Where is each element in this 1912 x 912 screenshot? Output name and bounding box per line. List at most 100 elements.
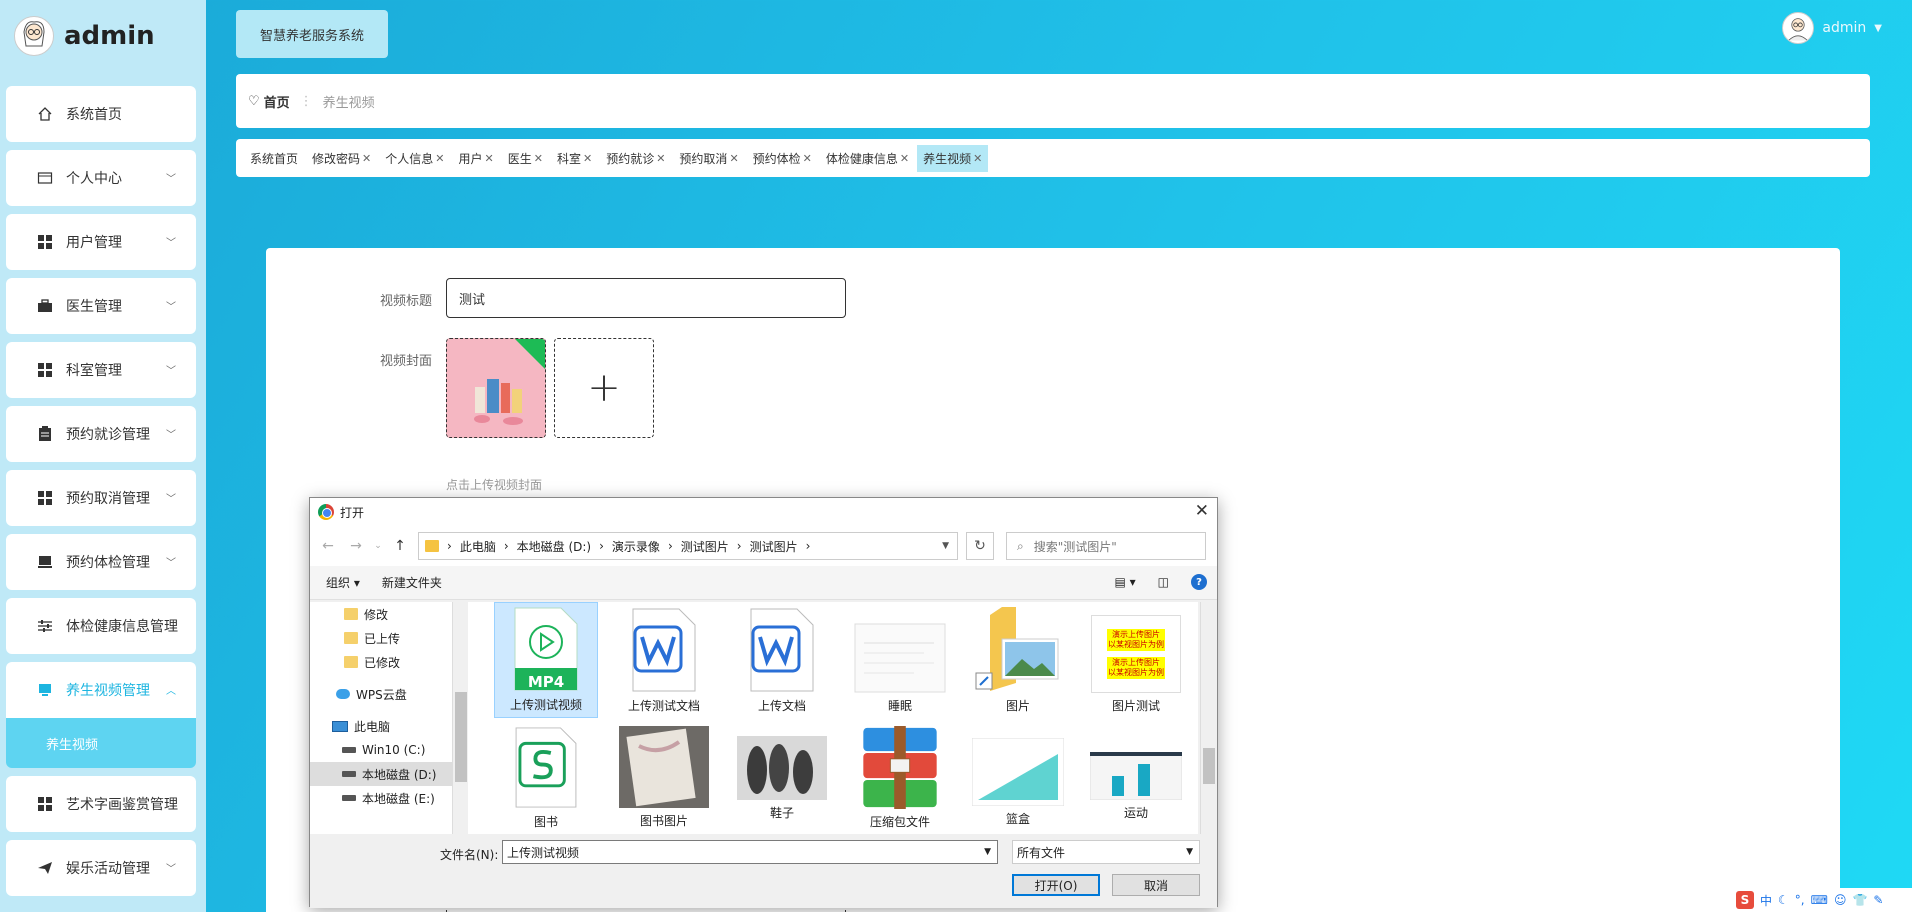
refresh-button[interactable]: ↻	[966, 532, 994, 560]
path-segment[interactable]: 此电脑	[460, 538, 496, 555]
close-icon[interactable]: ✕	[362, 152, 371, 165]
back-arrow-icon[interactable]: ←	[318, 538, 338, 554]
close-icon[interactable]: ✕	[900, 152, 909, 165]
sidebar-subitem-health-video[interactable]: 养生视频	[6, 718, 196, 768]
filetype-select[interactable]: 所有文件 ▼	[1012, 840, 1200, 864]
sidebar-item-cancel-management[interactable]: 预约取消管理 ﹀	[6, 470, 196, 526]
sidebar-item-checkup-management[interactable]: 预约体检管理 ﹀	[6, 534, 196, 590]
avatar[interactable]	[14, 16, 54, 56]
file-item[interactable]: 图书	[494, 722, 598, 834]
file-item[interactable]: 篮盒	[966, 722, 1070, 834]
sidebar-item-user-management[interactable]: 用户管理 ﹀	[6, 214, 196, 270]
close-icon[interactable]: ✕	[583, 152, 592, 165]
moon-icon[interactable]: ☾	[1778, 893, 1789, 907]
organize-button[interactable]: 组织 ▾	[326, 574, 360, 591]
cover-thumbnail[interactable]	[446, 338, 546, 438]
tag-doctor[interactable]: 医生 ✕	[502, 145, 549, 172]
chevron-down-icon[interactable]: ▼	[984, 847, 991, 857]
recent-dropdown-icon[interactable]: ⌄	[374, 541, 382, 551]
system-title-button[interactable]: 智慧养老服务系统	[236, 10, 388, 58]
tree-item[interactable]: 此电脑	[310, 714, 452, 738]
close-icon[interactable]: ✕	[1195, 501, 1209, 521]
file-item[interactable]: 图片	[966, 602, 1070, 718]
ime-toolbar[interactable]: S 中 ☾ °, ⌨ ☺ 👕 ✎	[1730, 888, 1912, 912]
tree-item[interactable]: 已修改	[310, 650, 452, 674]
sidebar-item-personal-center[interactable]: 个人中心 ﹀	[6, 150, 196, 206]
forward-arrow-icon[interactable]: →	[346, 538, 366, 554]
file-item[interactable]: 鞋子	[730, 722, 834, 834]
chevron-down-icon[interactable]: ▼	[1186, 847, 1193, 857]
sidebar-item-label: 体检健康信息管理	[66, 619, 178, 635]
ime-language[interactable]: 中	[1760, 892, 1772, 909]
sidebar-item-department-management[interactable]: 科室管理 ﹀	[6, 342, 196, 398]
close-icon[interactable]: ✕	[435, 152, 444, 165]
sidebar-item-activity-management[interactable]: 娱乐活动管理 ﹀	[6, 840, 196, 896]
sidebar-item-doctor-management[interactable]: 医生管理 ﹀	[6, 278, 196, 334]
sidebar-item-art-management[interactable]: 艺术字画鉴赏管理	[6, 776, 196, 832]
tree-item[interactable]: 本地磁盘 (D:)	[310, 762, 452, 786]
preview-pane-icon[interactable]: ◫	[1158, 575, 1169, 589]
close-icon[interactable]: ✕	[485, 152, 494, 165]
close-icon[interactable]: ✕	[729, 152, 738, 165]
tag-health-info[interactable]: 体检健康信息 ✕	[820, 145, 915, 172]
tag-user[interactable]: 用户 ✕	[452, 145, 499, 172]
tag-checkup[interactable]: 预约体检 ✕	[747, 145, 818, 172]
tree-item[interactable]: 本地磁盘 (E:)	[310, 786, 452, 810]
close-icon[interactable]: ✕	[973, 152, 982, 165]
address-bar[interactable]: › 此电脑 › 本地磁盘 (D:) › 演示录像 › 测试图片 › 测试图片 ›…	[418, 532, 958, 560]
file-item[interactable]: 运动	[1084, 722, 1188, 834]
tree-item[interactable]: 已上传	[310, 626, 452, 650]
tree-item[interactable]: Win10 (C:)	[310, 738, 452, 762]
close-icon[interactable]: ✕	[534, 152, 543, 165]
file-item[interactable]: 睡眠	[848, 602, 952, 718]
tag-appointment[interactable]: 预约就诊 ✕	[600, 145, 671, 172]
chevron-down-icon[interactable]: ▼	[942, 541, 949, 551]
scrollbar-thumb[interactable]	[455, 692, 467, 782]
tree-item[interactable]: 修改	[310, 602, 452, 626]
cancel-button[interactable]: 取消	[1112, 874, 1200, 896]
file-item[interactable]: 上传文档	[730, 602, 834, 718]
file-item[interactable]: 图书图片	[612, 722, 716, 834]
tree-scrollbar[interactable]	[452, 602, 468, 834]
keyboard-icon[interactable]: ⌨	[1811, 893, 1828, 907]
tag-health-video[interactable]: 养生视频 ✕	[917, 144, 989, 172]
punctuation-icon[interactable]: °,	[1795, 893, 1805, 907]
close-icon[interactable]: ✕	[803, 152, 812, 165]
refresh-icon: ↻	[974, 538, 986, 554]
file-item[interactable]: 上传测试文档	[612, 602, 716, 718]
search-input[interactable]: ⌕ 搜索"测试图片"	[1006, 532, 1206, 560]
tag-home[interactable]: 系统首页	[244, 145, 304, 172]
tree-item[interactable]: WPS云盘	[310, 682, 452, 706]
view-options-icon[interactable]: ▤ ▾	[1114, 575, 1135, 589]
file-item[interactable]: 压缩包文件	[848, 722, 952, 834]
tag-personal-info[interactable]: 个人信息 ✕	[379, 145, 450, 172]
tag-change-password[interactable]: 修改密码 ✕	[306, 145, 377, 172]
filename-input[interactable]: 上传测试视频 ▼	[502, 840, 998, 864]
sidebar-item-health-info-management[interactable]: 体检健康信息管理	[6, 598, 196, 654]
file-grid-scrollbar[interactable]	[1200, 602, 1216, 834]
user-icon[interactable]: ☺	[1834, 893, 1847, 907]
file-item[interactable]: MP4 上传测试视频	[494, 602, 598, 718]
upload-cover-button[interactable]: +	[554, 338, 654, 438]
path-segment[interactable]: 测试图片	[750, 538, 798, 555]
sidebar-item-home[interactable]: 系统首页	[6, 86, 196, 142]
file-item[interactable]: 演示上传图片 以某视图片为例 演示上传图片 以某视图片为例 图片测试	[1084, 602, 1188, 718]
sidebar-item-appointment-management[interactable]: 预约就诊管理 ﹀	[6, 406, 196, 462]
path-segment[interactable]: 测试图片	[681, 538, 729, 555]
tag-department[interactable]: 科室 ✕	[551, 145, 598, 172]
breadcrumb-home[interactable]: ♡ 首页	[248, 92, 290, 111]
user-menu[interactable]: admin ▼	[1782, 12, 1882, 44]
shirt-icon[interactable]: 👕	[1852, 893, 1867, 907]
sidebar-item-video-management[interactable]: 养生视频管理 ︿	[6, 662, 196, 718]
wrench-icon[interactable]: ✎	[1873, 893, 1883, 907]
new-folder-button[interactable]: 新建文件夹	[382, 574, 442, 591]
up-arrow-icon[interactable]: ↑	[390, 538, 410, 554]
open-button[interactable]: 打开(O)	[1012, 874, 1100, 896]
video-title-input[interactable]: 测试	[446, 278, 846, 318]
tag-cancel[interactable]: 预约取消 ✕	[673, 145, 744, 172]
close-icon[interactable]: ✕	[656, 152, 665, 165]
path-segment[interactable]: 本地磁盘 (D:)	[517, 538, 591, 555]
scrollbar-thumb[interactable]	[1203, 748, 1215, 784]
path-segment[interactable]: 演示录像	[612, 538, 660, 555]
help-icon[interactable]: ?	[1191, 574, 1207, 590]
